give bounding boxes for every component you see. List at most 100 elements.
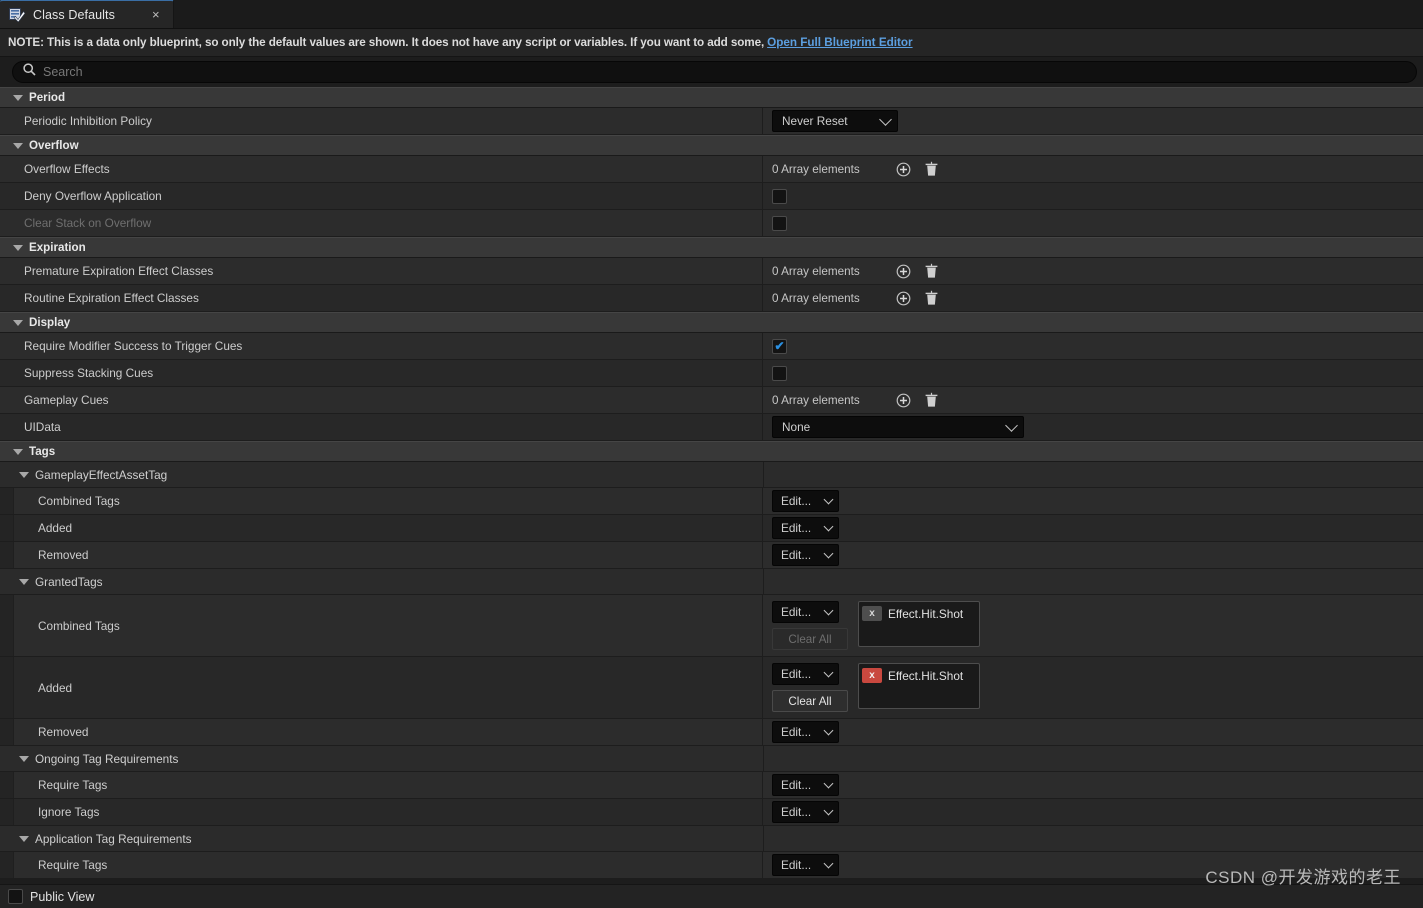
- property-label: Added: [38, 521, 73, 535]
- property-name-cell: Require Tags: [0, 772, 763, 798]
- tag-editor-controls: Edit... Clear All: [772, 657, 848, 718]
- category-header-tags[interactable]: Tags: [0, 441, 1423, 462]
- property-label: Ignore Tags: [38, 805, 100, 819]
- property-label: Combined Tags: [38, 618, 120, 633]
- property-label: Gameplay Cues: [24, 393, 109, 407]
- search-input[interactable]: Search: [43, 65, 83, 79]
- remove-tag-icon[interactable]: x: [862, 606, 882, 621]
- edit-button[interactable]: Edit...: [772, 774, 839, 796]
- chevron-down-icon: [1005, 418, 1018, 432]
- chevron-down-icon: [19, 471, 29, 478]
- dropdown-periodic-inhibition-policy[interactable]: Never Reset: [772, 110, 898, 132]
- property-name-cell: Deny Overflow Application: [0, 183, 763, 209]
- edit-button[interactable]: Edit...: [772, 490, 839, 512]
- trash-icon[interactable]: [922, 289, 940, 307]
- property-row: Deny Overflow Application: [0, 183, 1423, 210]
- indent-guide: [0, 595, 14, 656]
- trash-icon[interactable]: [922, 160, 940, 178]
- category-header-expiration[interactable]: Expiration: [0, 237, 1423, 258]
- struct-header-ongoing-tag-requirements[interactable]: Ongoing Tag Requirements: [0, 746, 1423, 772]
- category-header-period[interactable]: Period: [0, 87, 1423, 108]
- plus-circle-icon[interactable]: [894, 160, 912, 178]
- remove-tag-icon[interactable]: x: [862, 668, 882, 683]
- plus-circle-icon[interactable]: [894, 391, 912, 409]
- property-name-cell: Gameplay Cues: [0, 387, 763, 413]
- trash-icon[interactable]: [922, 391, 940, 409]
- checkbox-suppress-stacking-cues[interactable]: [772, 365, 787, 381]
- combo-label: Edit...: [781, 858, 812, 872]
- property-label: Removed: [38, 548, 89, 562]
- property-row: Removed Edit...: [0, 542, 1423, 569]
- indent-guide: [0, 746, 14, 771]
- edit-button[interactable]: Edit...: [772, 854, 839, 876]
- indent-guide: [0, 799, 14, 825]
- chevron-down-icon: [13, 448, 23, 455]
- property-name-cell: Premature Expiration Effect Classes: [0, 258, 763, 284]
- indent-guide: [14, 515, 28, 541]
- struct-value-cell: [763, 569, 764, 594]
- property-label: Routine Expiration Effect Classes: [24, 291, 199, 305]
- property-row: Combined Tags Edit... Clear All x Effect.Hit…: [0, 595, 1423, 657]
- struct-title: Application Tag Requirements: [35, 831, 192, 846]
- indent-guide: [0, 657, 14, 718]
- indent-guide: [0, 515, 14, 541]
- edit-button[interactable]: Edit...: [772, 801, 839, 823]
- check-icon: ✔: [774, 339, 785, 353]
- edit-button[interactable]: Edit...: [772, 601, 839, 623]
- property-row: Require Tags Edit...: [0, 772, 1423, 799]
- dropdown-uidata[interactable]: None: [772, 416, 1024, 438]
- array-element-count: 0 Array elements: [772, 264, 860, 278]
- close-icon[interactable]: ×: [149, 6, 163, 23]
- property-value: 0 Array elements: [763, 387, 1423, 413]
- edit-button[interactable]: Edit...: [772, 544, 839, 566]
- tab-strip: Class Defaults ×: [0, 0, 1423, 29]
- property-label: Require Tags: [38, 778, 108, 792]
- property-row: Added Edit... Clear All x Effect.Hit.Shot: [0, 657, 1423, 719]
- property-row: Added Edit...: [0, 515, 1423, 542]
- checkbox-require-modifier-success-to-trigger-cues[interactable]: ✔: [772, 338, 787, 354]
- category-title: Overflow: [29, 139, 79, 152]
- property-label: Combined Tags: [38, 494, 120, 508]
- chevron-down-icon: [823, 778, 834, 789]
- checkbox-clear-stack-on-overflow[interactable]: [772, 215, 787, 231]
- category-header-display[interactable]: Display: [0, 312, 1423, 333]
- search-box[interactable]: Search: [12, 61, 1417, 83]
- indent-guide: [0, 387, 14, 413]
- property-value: Never Reset: [763, 108, 1423, 134]
- plus-circle-icon[interactable]: [894, 262, 912, 280]
- property-label: Require Tags: [38, 858, 108, 872]
- open-full-blueprint-editor-link[interactable]: Open Full Blueprint Editor: [767, 36, 912, 49]
- edit-button[interactable]: Edit...: [772, 721, 839, 743]
- tab-class-defaults[interactable]: Class Defaults ×: [0, 0, 174, 28]
- struct-title: GrantedTags: [35, 574, 103, 589]
- tab-label: Class Defaults: [33, 7, 115, 22]
- array-element-count: 0 Array elements: [772, 291, 860, 305]
- edit-button[interactable]: Edit...: [772, 517, 839, 539]
- property-value: [763, 210, 1423, 236]
- public-view-label: Public View: [30, 889, 95, 904]
- category-header-overflow[interactable]: Overflow: [0, 135, 1423, 156]
- public-view-checkbox[interactable]: [8, 889, 23, 904]
- chevron-down-icon: [13, 319, 23, 326]
- indent-guide: [14, 542, 28, 568]
- edit-button[interactable]: Edit...: [772, 663, 839, 685]
- trash-icon[interactable]: [922, 262, 940, 280]
- checkbox-deny-overflow-application[interactable]: [772, 188, 787, 204]
- struct-value-cell: [763, 462, 764, 487]
- struct-header-gameplayeffectassettag[interactable]: GameplayEffectAssetTag: [0, 462, 1423, 488]
- category-title: Tags: [29, 445, 56, 458]
- property-row: Ignore Tags Edit...: [0, 799, 1423, 826]
- struct-header-application-tag-requirements[interactable]: Application Tag Requirements: [0, 826, 1423, 852]
- plus-circle-icon[interactable]: [894, 289, 912, 307]
- property-label: UIData: [24, 420, 61, 434]
- struct-header-grantedtags[interactable]: GrantedTags: [0, 569, 1423, 595]
- clear-all-button[interactable]: Clear All: [772, 690, 848, 712]
- chevron-down-icon: [823, 725, 834, 736]
- property-name-cell: Ignore Tags: [0, 799, 763, 825]
- chevron-down-icon: [19, 578, 29, 585]
- property-label: Clear Stack on Overflow: [24, 216, 152, 230]
- property-label: Premature Expiration Effect Classes: [24, 264, 214, 278]
- property-value: Edit... Clear All x Effect.Hit.Shot: [763, 595, 1423, 656]
- status-bar: Public View: [0, 884, 1423, 908]
- property-value: Edit...: [763, 852, 1423, 878]
